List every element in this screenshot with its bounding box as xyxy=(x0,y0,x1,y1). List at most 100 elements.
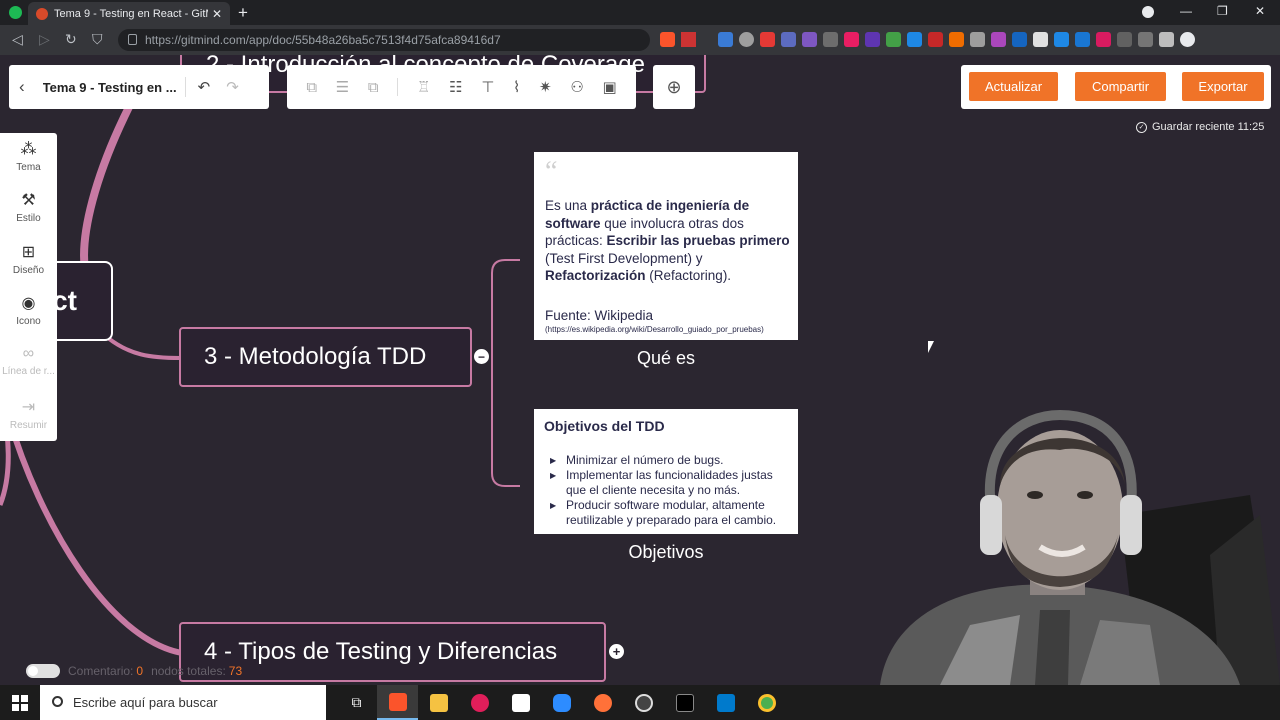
extension-icon[interactable] xyxy=(1054,32,1069,47)
comment-toggle[interactable] xyxy=(26,664,60,678)
windows-start-icon[interactable] xyxy=(12,695,28,711)
browser-tab[interactable]: Tema 9 - Testing en React - GitMi ✕ xyxy=(28,2,230,25)
tab-close-icon[interactable]: ✕ xyxy=(212,7,222,21)
browser-tab-bar: Tema 9 - Testing en React - GitMi ✕ + — … xyxy=(0,0,1280,25)
extension-icon[interactable] xyxy=(970,32,985,47)
redo-icon[interactable]: ↷ xyxy=(226,78,239,96)
caption-que-es: Qué es xyxy=(636,348,696,368)
vscode-icon[interactable] xyxy=(705,685,746,720)
sidebar-item-estilo[interactable]: ⚒ Estilo xyxy=(0,190,57,224)
extension-icon[interactable] xyxy=(949,32,964,47)
card-source: Fuente: Wikipedia xyxy=(545,308,654,323)
slack-icon[interactable] xyxy=(459,685,500,720)
save-status: ✓ Guardar reciente 11:25 xyxy=(1136,121,1264,133)
card-que-es[interactable]: “ Es una práctica de ingeniería de softw… xyxy=(534,152,798,340)
new-tab-icon[interactable]: + xyxy=(238,3,248,23)
attachment-icon[interactable]: ⌇ xyxy=(513,78,520,96)
maximize-icon[interactable]: ❐ xyxy=(1217,4,1228,18)
extension-icon[interactable] xyxy=(1138,32,1153,47)
extension-icon[interactable] xyxy=(886,32,901,47)
spotify-icon[interactable] xyxy=(9,6,22,19)
brave-shield-icon[interactable] xyxy=(660,32,675,47)
comments-count: 0 xyxy=(136,664,144,678)
terminal-icon[interactable] xyxy=(664,685,705,720)
text-box-icon[interactable]: ⊤ xyxy=(481,78,494,96)
action-buttons: Actualizar Compartir Exportar xyxy=(961,65,1271,109)
window-close-icon[interactable]: ✕ xyxy=(1255,4,1265,18)
sidebar-item-icono[interactable]: ◉ Icono xyxy=(0,293,57,327)
exportar-button[interactable]: Exportar xyxy=(1182,72,1264,101)
obs-icon[interactable] xyxy=(623,685,664,720)
extension-icon[interactable] xyxy=(1012,32,1027,47)
sidebar-item-linea[interactable]: ∞ Línea de r... xyxy=(0,345,57,377)
magic-icon[interactable]: ✷ xyxy=(539,78,552,96)
card-source-url: (https://es.wikipedia.org/wiki/Desarroll… xyxy=(545,325,764,334)
extension-icon[interactable] xyxy=(1117,32,1132,47)
extensions-puzzle-icon[interactable] xyxy=(1159,32,1174,47)
topic-node-tdd[interactable]: 3 - Metodología TDD xyxy=(179,327,472,387)
sidebar-item-diseno[interactable]: ⊞ Diseño xyxy=(0,242,57,276)
task-view-icon[interactable]: ⧉ xyxy=(336,685,377,720)
collapse-node-icon[interactable]: − xyxy=(474,349,489,364)
extension-icon[interactable] xyxy=(760,32,775,47)
extension-icon[interactable] xyxy=(1033,32,1048,47)
extension-icon[interactable] xyxy=(844,32,859,47)
add-child-topic-icon[interactable]: ⧉ xyxy=(306,79,317,96)
sidebar-item-tema[interactable]: ⁂ Tema xyxy=(0,139,57,173)
browser-menu-icon[interactable] xyxy=(1180,32,1195,47)
collaborators-icon[interactable]: ⚇ xyxy=(570,78,583,96)
format-painter-icon[interactable]: ♖ xyxy=(417,78,430,96)
notion-icon[interactable] xyxy=(500,685,541,720)
brave-rewards-icon[interactable] xyxy=(681,32,696,47)
card-objetivos[interactable]: Objetivos del TDD ▶ Minimizar el número d… xyxy=(534,409,798,534)
extension-icon[interactable] xyxy=(907,32,922,47)
topic-node-tipos-testing-text: 4 - Tipos de Testing y Diferencias xyxy=(204,638,558,665)
extension-icon[interactable] xyxy=(718,32,733,47)
extension-icon[interactable] xyxy=(991,32,1006,47)
tab-title: Tema 9 - Testing en React - GitMi xyxy=(54,7,208,20)
extension-icon[interactable] xyxy=(802,32,817,47)
save-icon[interactable]: ▣ xyxy=(602,78,616,96)
back-arrow-icon[interactable]: ‹ xyxy=(19,77,25,97)
compartir-button[interactable]: Compartir xyxy=(1075,72,1166,101)
extension-icon[interactable] xyxy=(1096,32,1111,47)
firefox-icon[interactable] xyxy=(582,685,623,720)
brave-taskbar-icon[interactable] xyxy=(377,685,418,720)
extension-icon[interactable] xyxy=(865,32,880,47)
back-icon[interactable]: ◁ xyxy=(12,31,23,48)
card-objetivos-title: Objetivos del TDD xyxy=(544,418,665,434)
zoom-icon[interactable] xyxy=(541,685,582,720)
sidebar-item-resumir[interactable]: ⇥ Resumir xyxy=(0,397,57,431)
actualizar-button[interactable]: Actualizar xyxy=(969,72,1058,101)
nodes-count: 73 xyxy=(228,664,243,678)
url-field[interactable]: https://gitmind.com/app/doc/55b48a26ba5c… xyxy=(118,29,650,51)
expand-node-icon[interactable]: + xyxy=(609,644,624,659)
topic-node-tipos-testing[interactable]: 4 - Tipos de Testing y Diferencias xyxy=(179,622,606,682)
extension-icon[interactable] xyxy=(739,32,754,47)
doc-title-toolbar: ‹ Tema 9 - Testing en ... ↶ ↷ xyxy=(9,65,269,109)
list-icon[interactable]: ☷ xyxy=(449,78,462,96)
profile-icon[interactable] xyxy=(1142,6,1154,18)
windows-taskbar: Escribe aquí para buscar ⧉ xyxy=(0,685,1280,720)
bookmark-icon[interactable]: ⛉ xyxy=(92,31,103,48)
locate-center-icon[interactable]: ⊕ xyxy=(666,77,681,98)
reload-icon[interactable]: ↻ xyxy=(65,31,77,48)
extension-icon[interactable] xyxy=(823,32,838,47)
mindmap-canvas[interactable]: 2 - Introducción al concepto de Coverage… xyxy=(0,55,1280,685)
extension-icon[interactable] xyxy=(928,32,943,47)
file-explorer-icon[interactable] xyxy=(418,685,459,720)
extension-icon[interactable] xyxy=(781,32,796,47)
add-sibling-topic-icon[interactable]: ☰ xyxy=(336,78,349,96)
check-circle-icon: ✓ xyxy=(1136,121,1147,133)
extension-icon[interactable] xyxy=(1075,32,1090,47)
url-text: https://gitmind.com/app/doc/55b48a26ba5c… xyxy=(145,33,501,47)
add-parent-topic-icon[interactable]: ⧉ xyxy=(368,79,379,96)
chrome-icon[interactable] xyxy=(746,685,787,720)
card-objetivos-list: ▶ Minimizar el número de bugs. ▶ Implement… xyxy=(544,453,788,528)
doc-title[interactable]: Tema 9 - Testing en ... xyxy=(43,80,181,95)
taskbar-search[interactable]: Escribe aquí para buscar xyxy=(40,685,326,720)
minimize-icon[interactable]: — xyxy=(1180,4,1192,18)
forward-icon[interactable]: ▷ xyxy=(39,31,50,48)
extensions-row xyxy=(660,32,1195,47)
undo-icon[interactable]: ↶ xyxy=(198,78,211,96)
